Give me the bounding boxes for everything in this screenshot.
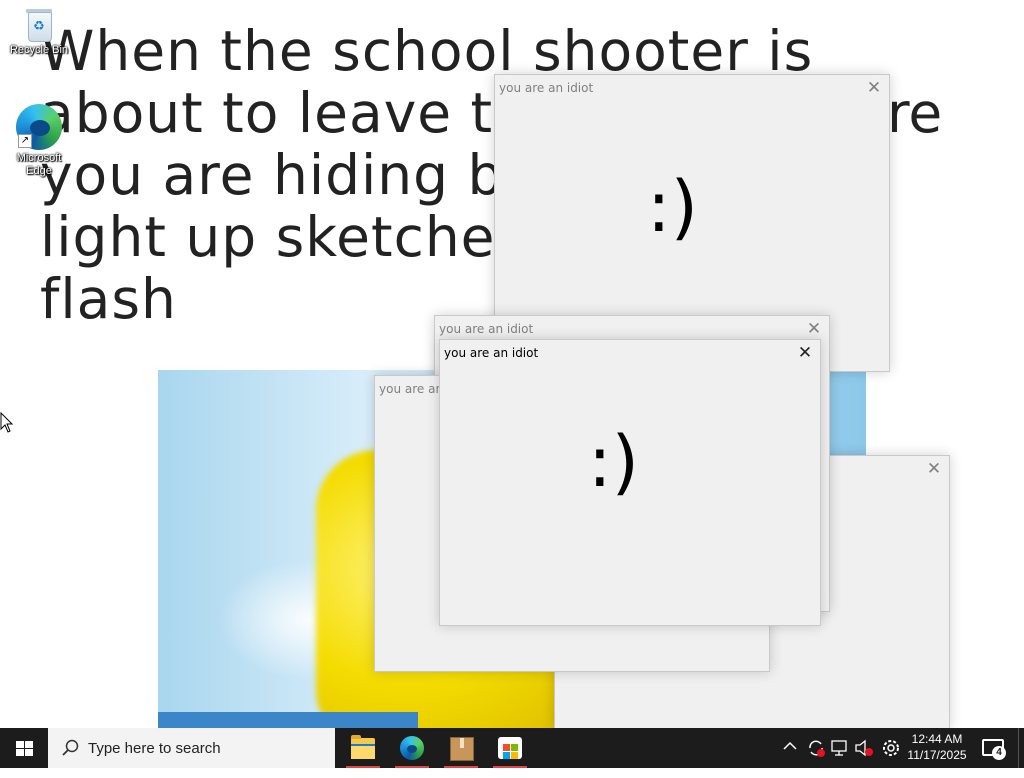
recycle-bin-icon: ♻ [24,6,54,42]
close-button[interactable]: ✕ [865,79,883,97]
taskbar-app-edge[interactable] [392,728,432,768]
store-icon [498,737,522,759]
window-titlebar[interactable]: you are an idiot ✕ [495,75,889,101]
settings-gear-icon[interactable] [881,738,901,778]
photo-floor [158,712,418,728]
meme-line-1: When the school shooter is [40,19,814,83]
volume-muted-icon[interactable] [854,738,874,778]
box-icon [450,737,474,761]
notification-count-badge: 4 [992,746,1006,760]
clock-date: 11/17/2025 [907,748,967,762]
desktop-icon-label: Recycle Bin [9,44,69,56]
taskbar-app-package[interactable] [441,728,481,768]
taskbar: Type here to search 12:44 AM 11/17/2025 … [0,728,1024,768]
close-button[interactable]: ✕ [925,460,943,478]
desktop-icon-recycle-bin[interactable]: ♻ Recycle Bin [4,6,74,57]
edge-icon [400,736,424,760]
shortcut-arrow-icon: ↗ [18,134,32,148]
window-title: you are an idiot [444,346,539,360]
window-title: you are an idiot [499,81,594,95]
taskbar-search-box[interactable]: Type here to search [48,728,335,768]
close-button[interactable]: ✕ [805,320,823,338]
network-icon[interactable] [830,738,850,778]
show-desktop-button[interactable] [1018,728,1024,768]
sync-status-icon[interactable] [806,738,826,778]
folder-icon [351,735,375,759]
window-title: you are an idiot [439,322,534,336]
search-placeholder: Type here to search [88,740,221,757]
clock-time: 12:44 AM [911,732,963,746]
mouse-cursor-icon [0,412,14,433]
taskbar-app-file-explorer[interactable] [343,728,383,768]
search-icon [62,739,80,762]
smiley-text: :) [647,166,698,248]
window-titlebar[interactable]: you are an idiot ✕ [440,340,820,366]
taskbar-clock[interactable]: 12:44 AM 11/17/2025 [900,731,974,763]
tray-overflow-chevron-icon[interactable] [782,738,798,778]
desktop-icon-edge[interactable]: ↗ Microsoft Edge [4,104,74,178]
smiley-text: :) [588,421,639,503]
popup-window-active[interactable]: you are an idiot ✕ :) [439,339,821,626]
close-button[interactable]: ✕ [796,344,814,362]
taskbar-app-store[interactable] [490,728,530,768]
start-button[interactable] [0,728,48,768]
desktop-icon-label: Microsoft Edge [16,152,62,177]
meme-line-2-fragment: re [887,81,943,145]
notification-center-button[interactable]: 4 [980,736,1006,760]
